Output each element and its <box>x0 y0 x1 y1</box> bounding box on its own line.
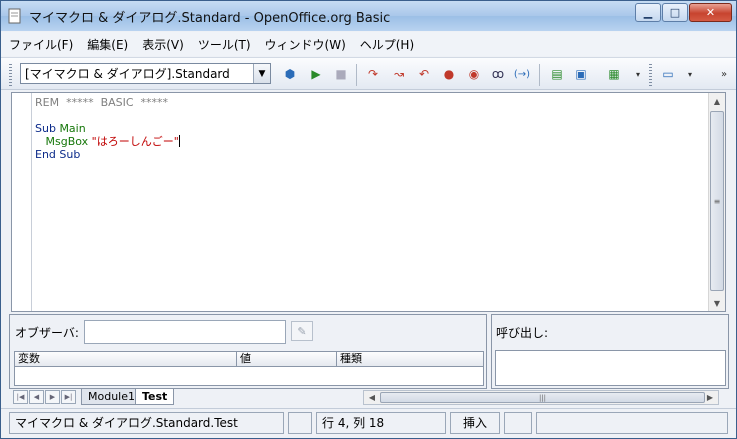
form-design-icon[interactable]: ▭ <box>659 65 677 83</box>
text-caret <box>178 135 180 147</box>
library-select[interactable]: [マイマクロ & ダイアログ].Standard ▼ <box>20 63 271 84</box>
toolbar-separator <box>356 64 357 86</box>
code-string: "はろーしんごー" <box>91 135 179 148</box>
calls-panel: 呼び出し: <box>491 314 729 389</box>
code-text[interactable]: REM ***** BASIC ***** Sub Main MsgBox "は… <box>35 96 180 161</box>
menu-tools[interactable]: ツール(T) <box>198 36 251 53</box>
library-select-value: [マイマクロ & ダイアログ].Standard <box>25 67 230 81</box>
editor-horizontal-scrollbar[interactable]: ◀ ||| ▶ <box>363 390 719 405</box>
tab-module1[interactable]: Module1 <box>81 389 142 405</box>
editor-vertical-scrollbar[interactable]: ▲ ≡ ▼ <box>708 93 725 311</box>
code-keyword-sub: Sub <box>35 122 56 135</box>
watch-variable-table[interactable]: 変数 値 種類 <box>14 351 484 386</box>
menu-edit[interactable]: 編集(E) <box>87 36 128 53</box>
status-selection-mode[interactable] <box>504 412 532 434</box>
status-bar: マイマクロ & ダイアログ.Standard.Test 行 4, 列 18 挿入 <box>1 408 736 438</box>
watch-input[interactable] <box>84 320 286 344</box>
column-header-type[interactable]: 種類 <box>337 352 483 366</box>
status-extra <box>536 412 728 434</box>
module-tab-row: |◀ ◀ ▶ ▶| Module1 Test ◀ ||| ▶ <box>11 389 726 406</box>
watch-icon[interactable]: ꝏ <box>489 65 507 83</box>
toolbar-grip[interactable] <box>649 64 652 86</box>
code-end-sub: End Sub <box>35 148 81 161</box>
manage-breakpoints-icon[interactable]: ◉ <box>465 65 483 83</box>
debug-panels: オブザーバ: ✎ 変数 値 種類 呼び出し: <box>9 314 729 389</box>
code-editor[interactable]: REM ***** BASIC ***** Sub Main MsgBox "は… <box>11 92 726 312</box>
tab-test[interactable]: Test <box>135 389 175 405</box>
scroll-down-icon[interactable]: ▼ <box>709 295 725 311</box>
next-tab-icon[interactable]: ▶ <box>45 390 60 404</box>
minimize-button[interactable]: ▁ <box>635 3 661 22</box>
call-stack-list[interactable] <box>495 350 726 386</box>
import-dialog-icon[interactable]: ▦ <box>605 65 623 83</box>
column-header-variable[interactable]: 変数 <box>15 352 237 366</box>
step-over-icon[interactable]: ↝ <box>390 65 408 83</box>
chevron-down-icon[interactable]: ▾ <box>681 65 699 83</box>
first-tab-icon[interactable]: |◀ <box>13 390 28 404</box>
breakpoint-icon[interactable]: ● <box>440 65 458 83</box>
chevron-down-icon[interactable]: ▾ <box>629 65 647 83</box>
remove-watch-icon[interactable]: ✎ <box>291 321 313 341</box>
basic-ide-window: マイマクロ & ダイアログ.Standard - OpenOffice.org … <box>0 0 737 439</box>
code-msgbox: MsgBox <box>45 135 89 148</box>
menu-window[interactable]: ウィンドウ(W) <box>265 36 346 53</box>
watch-table-header: 変数 値 種類 <box>15 352 483 367</box>
chevron-down-icon[interactable]: ▼ <box>253 64 270 83</box>
scroll-up-icon[interactable]: ▲ <box>709 93 725 109</box>
step-out-icon[interactable]: ↶ <box>415 65 433 83</box>
status-document: マイマクロ & ダイアログ.Standard.Test <box>9 412 284 434</box>
more-icon[interactable]: » <box>715 65 733 83</box>
menu-help[interactable]: ヘルプ(H) <box>360 36 414 53</box>
window-title: マイマクロ & ダイアログ.Standard - OpenOffice.org … <box>29 10 391 26</box>
column-header-value[interactable]: 値 <box>237 352 337 366</box>
scroll-left-icon[interactable]: ◀ <box>365 391 379 404</box>
find-parentheses-icon[interactable]: (→) <box>513 65 531 83</box>
hscroll-thumb[interactable]: ||| <box>380 392 705 403</box>
compile-icon[interactable]: ⬢ <box>281 65 299 83</box>
insert-source-icon[interactable]: ▤ <box>548 65 566 83</box>
run-icon[interactable]: ▶ <box>307 65 325 83</box>
toolbar-separator <box>539 64 540 86</box>
status-insert-mode[interactable]: 挿入 <box>450 412 500 434</box>
close-button[interactable]: ✕ <box>689 3 732 22</box>
scroll-thumb[interactable]: ≡ <box>710 111 724 291</box>
status-position: 行 4, 列 18 <box>316 412 446 434</box>
document-icon <box>8 8 21 24</box>
maximize-button[interactable]: □ <box>662 3 688 22</box>
last-tab-icon[interactable]: ▶| <box>61 390 76 404</box>
watch-panel: オブザーバ: ✎ 変数 値 種類 <box>9 314 487 389</box>
menu-bar: ファイル(F) 編集(E) 表示(V) ツール(T) ウィンドウ(W) ヘルプ(… <box>1 32 736 56</box>
breakpoint-gutter[interactable] <box>12 93 32 311</box>
stop-icon[interactable]: ■ <box>332 65 350 83</box>
menu-file[interactable]: ファイル(F) <box>9 36 73 53</box>
code-sub-name: Main <box>59 122 86 135</box>
title-bar: マイマクロ & ダイアログ.Standard - OpenOffice.org … <box>1 1 736 31</box>
macro-toolbar: [マイマクロ & ダイアログ].Standard ▼ ⬢ ▶ ■ ↷ ↝ ↶ ●… <box>1 57 736 90</box>
calls-label: 呼び出し: <box>496 326 549 340</box>
prev-tab-icon[interactable]: ◀ <box>29 390 44 404</box>
menu-view[interactable]: 表示(V) <box>142 36 184 53</box>
watch-label: オブザーバ: <box>15 326 79 340</box>
code-comment: REM ***** BASIC ***** <box>35 96 169 109</box>
save-source-icon[interactable]: ▣ <box>572 65 590 83</box>
status-modified <box>288 412 312 434</box>
step-into-icon[interactable]: ↷ <box>364 65 382 83</box>
scroll-right-icon[interactable]: ▶ <box>703 391 717 404</box>
window-controls: ▁ □ ✕ <box>634 3 732 22</box>
toolbar-grip[interactable] <box>9 64 12 86</box>
